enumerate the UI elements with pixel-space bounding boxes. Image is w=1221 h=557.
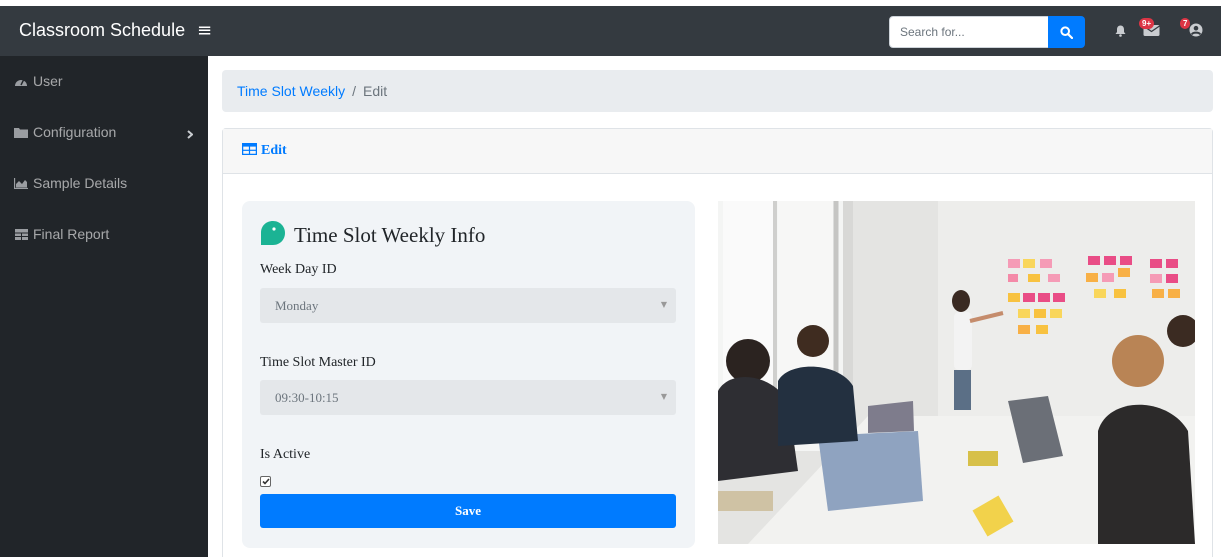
is-active-label: Is Active	[260, 447, 311, 462]
week-day-select[interactable]: Monday ▼	[260, 288, 676, 323]
sidebar-item-sample-details[interactable]: Sample Details	[14, 168, 199, 198]
edit-card: Edit Time Slot Weekly Info Week Day ID M…	[222, 128, 1213, 557]
check-icon	[261, 478, 270, 485]
user-circle-icon[interactable]	[1189, 23, 1203, 42]
form-heading: Time Slot Weekly Info	[260, 220, 485, 251]
search-icon	[1060, 25, 1073, 39]
form-title: Time Slot Weekly Info	[294, 223, 486, 247]
breadcrumb-current: Edit	[363, 83, 388, 99]
top-navbar: Classroom Schedule ≡ 9+ 7	[0, 0, 1221, 56]
time-slot-form: Time Slot Weekly Info Week Day ID Monday…	[242, 201, 695, 548]
card-title: Edit	[261, 143, 287, 158]
sidebar-item-final-report[interactable]: Final Report	[14, 219, 199, 249]
sidebar-toggle-icon[interactable]: ≡	[197, 20, 212, 41]
sidebar-item-user[interactable]: User	[14, 66, 199, 96]
area-chart-icon	[14, 177, 28, 189]
speech-bubble-icon	[260, 220, 286, 251]
sidebar-item-configuration[interactable]: Configuration	[14, 117, 199, 147]
bell-icon[interactable]	[1115, 24, 1126, 42]
chevron-right-icon	[187, 126, 194, 142]
brand-title[interactable]: Classroom Schedule	[19, 20, 185, 41]
card-header: Edit	[223, 129, 1212, 174]
caret-down-icon: ▼	[660, 392, 667, 401]
search-button[interactable]	[1048, 16, 1085, 48]
table-icon	[14, 228, 28, 240]
sidebar: User Configuration Sample Details Final …	[0, 56, 208, 557]
time-slot-select[interactable]: 09:30-10:15 ▼	[260, 380, 676, 415]
folder-icon	[14, 126, 28, 138]
week-day-label: Week Day ID	[260, 262, 337, 277]
table-icon	[241, 142, 258, 160]
caret-down-icon: ▼	[660, 300, 667, 309]
is-active-checkbox[interactable]	[260, 476, 271, 487]
sidebar-item-label: Final Report	[33, 226, 110, 242]
time-slot-value: 09:30-10:15	[275, 389, 339, 405]
breadcrumb: Time Slot Weekly / Edit	[222, 70, 1213, 112]
breadcrumb-separator: /	[352, 83, 357, 99]
breadcrumb-link-time-slot-weekly[interactable]: Time Slot Weekly	[237, 83, 345, 99]
week-day-value: Monday	[275, 297, 319, 313]
sidebar-item-label: Sample Details	[33, 175, 128, 191]
time-slot-label: Time Slot Master ID	[260, 355, 376, 370]
sidebar-item-label: Configuration	[33, 124, 117, 140]
search-input[interactable]	[889, 16, 1049, 48]
tachometer-icon	[14, 75, 28, 87]
sidebar-item-label: User	[33, 73, 63, 89]
classroom-photo	[718, 201, 1195, 544]
save-button[interactable]: Save	[260, 494, 676, 528]
messages-badge: 9+	[1139, 18, 1155, 29]
